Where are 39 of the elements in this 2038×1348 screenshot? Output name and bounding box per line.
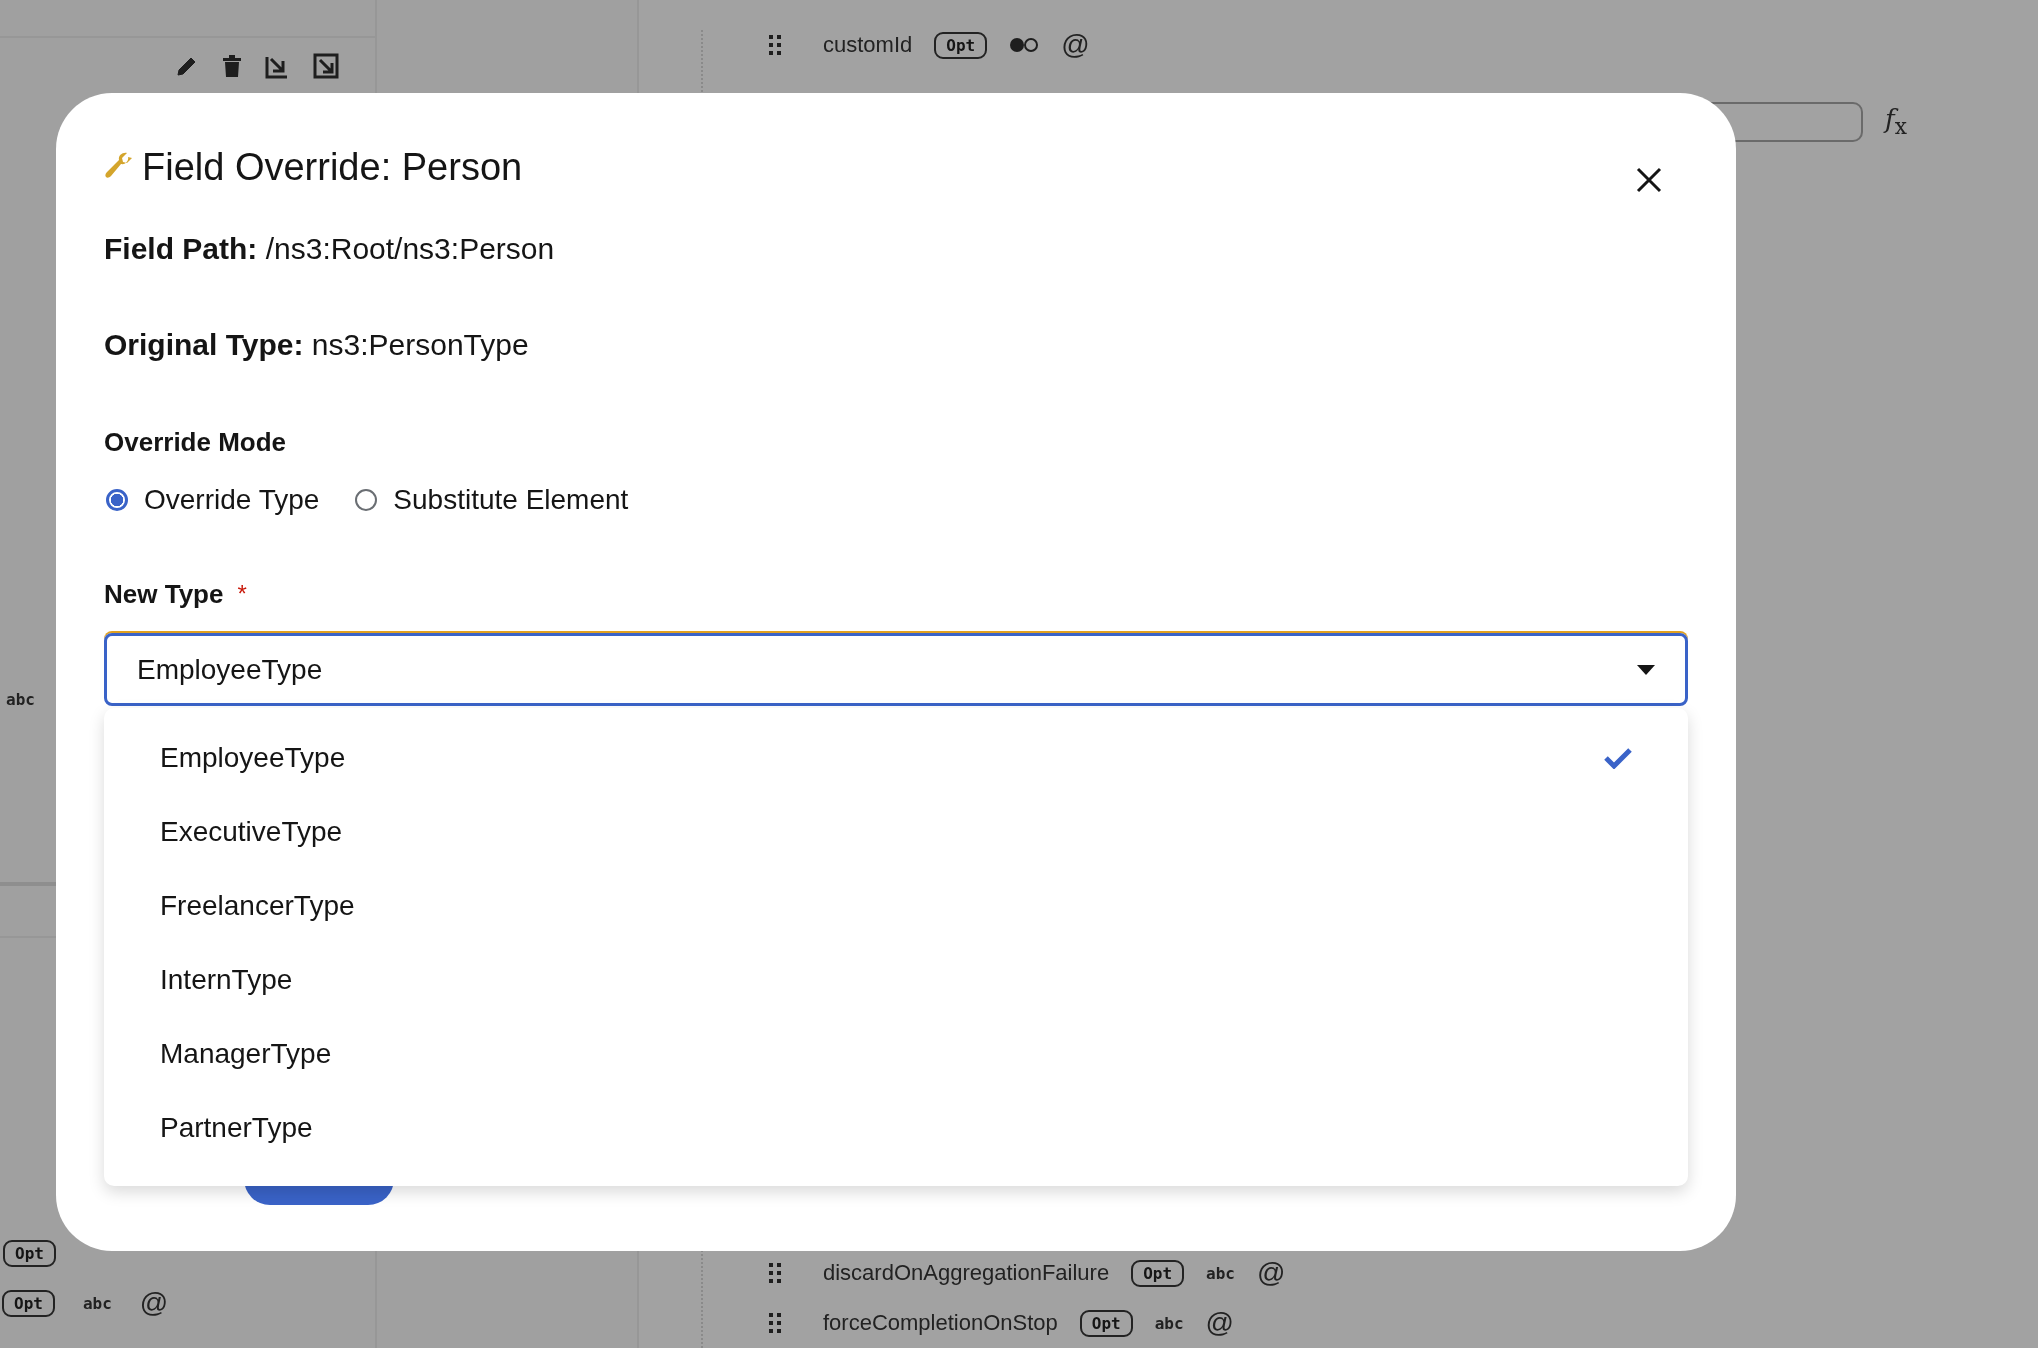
required-mark: *	[237, 580, 247, 608]
type-label: abc	[1154, 1313, 1184, 1333]
caret-icon	[1637, 664, 1655, 675]
arrow-box-icon[interactable]	[313, 53, 339, 79]
menu-item[interactable]: PartnerType	[160, 1112, 313, 1144]
drag-handle-icon[interactable]	[769, 35, 781, 55]
attribute-symbol: @	[1061, 29, 1090, 61]
type-select[interactable]: EmployeeType	[104, 633, 1688, 706]
radio-option[interactable]: Substitute Element	[353, 484, 629, 516]
radio-option[interactable]: Override Type	[104, 484, 320, 516]
type-label: abc	[1206, 1263, 1235, 1283]
function-button[interactable]: f$_{x}$	[1885, 104, 1907, 140]
trash-icon[interactable]	[221, 54, 243, 78]
optional-badge: Opt	[2, 1289, 55, 1317]
field-name: forceCompletionOnStop	[823, 1310, 1058, 1336]
field-label: New Type	[104, 578, 224, 611]
toggle-dots-icon	[1009, 37, 1040, 53]
menu-item[interactable]: ExecutiveType	[160, 816, 343, 848]
optional-badge: Opt	[3, 1239, 56, 1267]
field-name: discardOnAggregationFailure	[823, 1260, 1110, 1286]
original-type-text: Original Type: ns3:PersonType	[104, 327, 530, 363]
dialog-title: Field Override: Person	[142, 145, 523, 190]
attribute-symbol: @	[139, 1287, 169, 1319]
menu-item[interactable]: EmployeeType	[160, 742, 346, 774]
menu-item[interactable]: ManagerType	[160, 1038, 332, 1070]
drag-handle-icon[interactable]	[769, 1263, 781, 1283]
type-label: abc	[82, 1293, 112, 1313]
field-name: customId	[823, 32, 913, 58]
type-label: abc	[6, 689, 35, 709]
menu-item[interactable]: InternType	[160, 964, 293, 996]
attribute-symbol: @	[1205, 1307, 1235, 1339]
attribute-symbol: @	[1257, 1257, 1286, 1289]
drag-handle-icon[interactable]	[769, 1313, 781, 1333]
optional-badge: Opt	[934, 31, 988, 59]
optional-badge: Opt	[1079, 1309, 1133, 1337]
section-label: Override Mode	[104, 426, 288, 459]
field-path-text: Field Path: /ns3:Root/ns3:Person	[104, 231, 556, 267]
menu-item[interactable]: FreelancerType	[160, 890, 355, 922]
optional-badge: Opt	[1131, 1259, 1185, 1287]
